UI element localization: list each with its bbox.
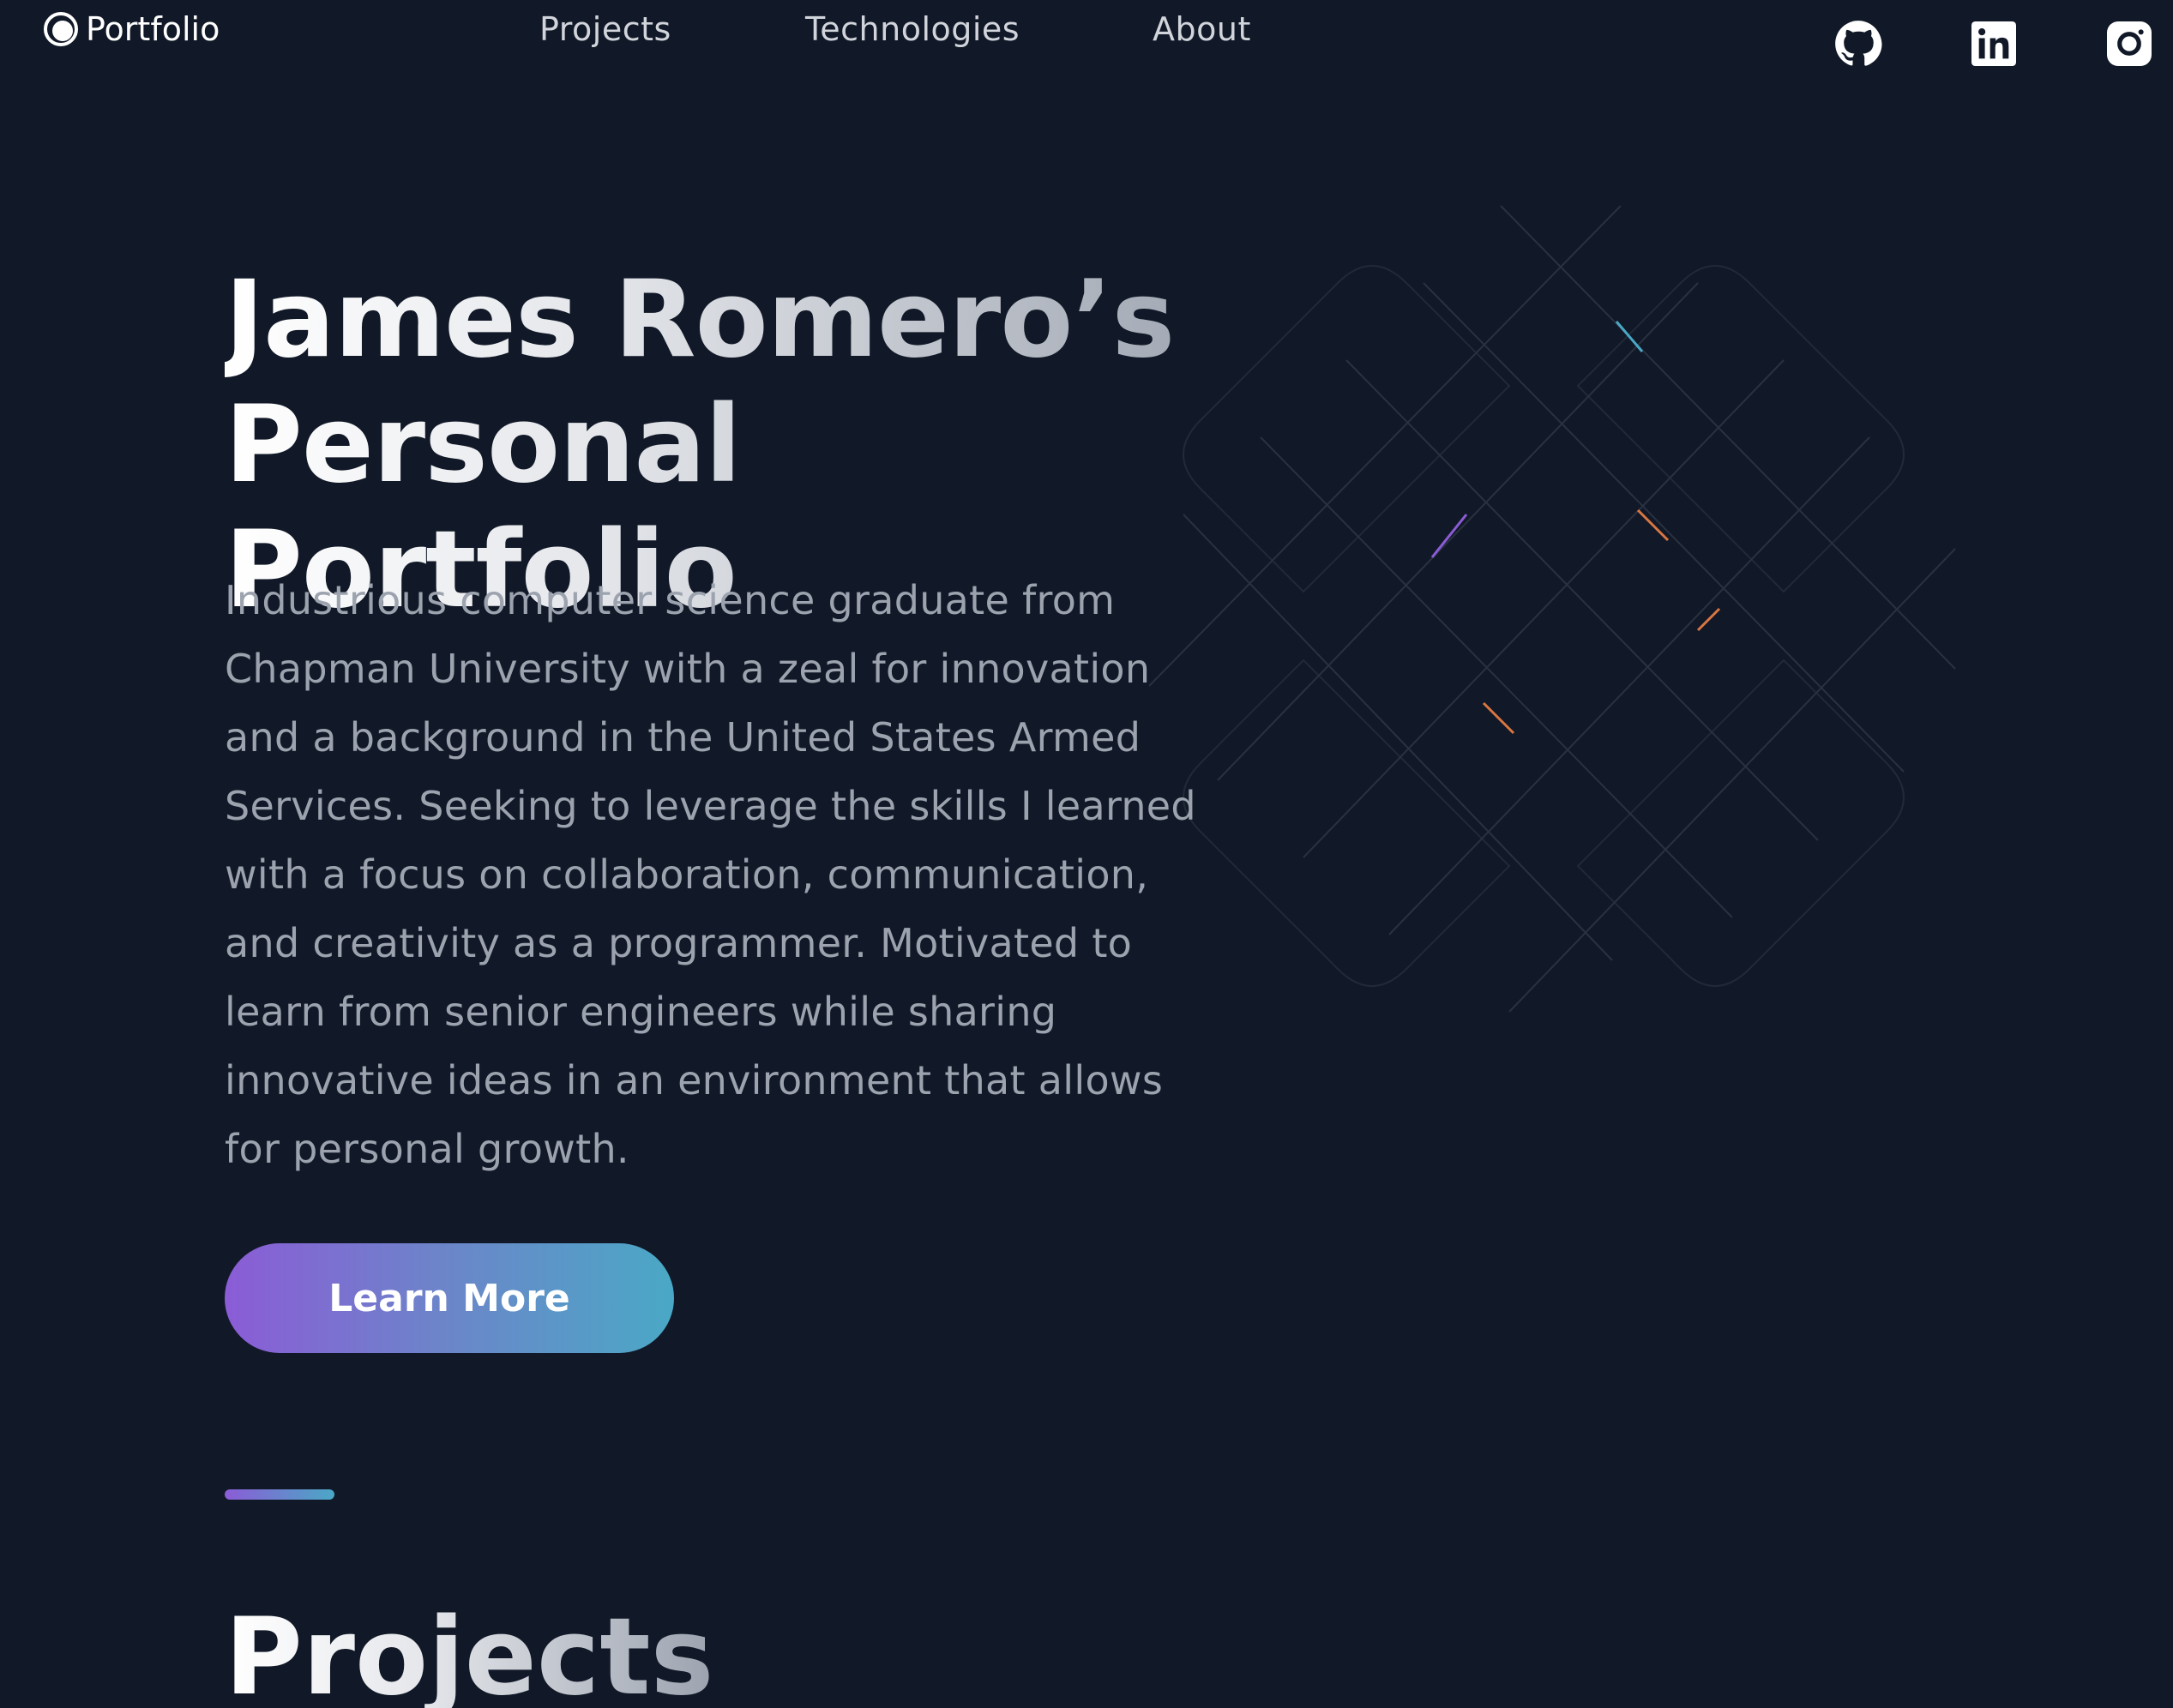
portfolio-logo-icon xyxy=(44,12,78,46)
top-navbar: Portfolio Projects Technologies About xyxy=(0,0,2173,77)
hero-background-graphic xyxy=(1149,205,1956,1013)
projects-section-title: Projects xyxy=(225,1595,713,1708)
nav-link-technologies[interactable]: Technologies xyxy=(805,10,1020,48)
section-divider xyxy=(225,1489,334,1500)
brand-label: Portfolio xyxy=(86,10,220,48)
hero-description: Industrious computer science graduate fr… xyxy=(225,577,1196,1172)
github-icon xyxy=(1835,21,1882,66)
instagram-icon xyxy=(2107,21,2152,66)
nav-link-projects[interactable]: Projects xyxy=(539,10,671,48)
github-link[interactable] xyxy=(1833,19,1883,69)
nav-link-about[interactable]: About xyxy=(1153,10,1251,48)
portfolio-page: Portfolio Projects Technologies About Ja… xyxy=(0,0,2173,1708)
hero-title-line-1: James Romero’s xyxy=(225,258,1175,382)
learn-more-button[interactable]: Learn More xyxy=(225,1243,674,1353)
instagram-link[interactable] xyxy=(2104,19,2154,69)
brand-link[interactable]: Portfolio xyxy=(43,10,220,48)
linkedin-icon xyxy=(1971,21,2016,66)
linkedin-link[interactable] xyxy=(1969,19,2019,69)
